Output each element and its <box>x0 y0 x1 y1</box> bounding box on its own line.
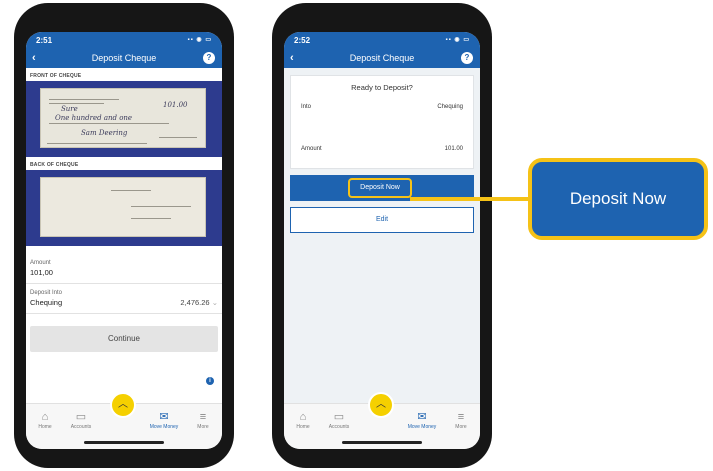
deposit-now-callout: Deposit Now <box>528 158 708 240</box>
nav-more-label: More <box>455 424 467 430</box>
page-title: Deposit Cheque <box>349 53 415 63</box>
nav-home[interactable]: ⌂ Home <box>286 411 320 431</box>
amount-label: Amount <box>30 260 51 266</box>
home-indicator <box>84 441 164 444</box>
move-money-icon: ✉ <box>417 411 427 423</box>
nav-move-money[interactable]: ✉ Move Money <box>144 411 184 431</box>
deposit-into-label: Deposit Into <box>30 290 63 296</box>
amount-label: Amount <box>301 146 322 152</box>
help-icon[interactable]: ? <box>203 52 215 64</box>
menu-icon: ≡ <box>199 411 207 423</box>
ready-to-deposit-heading: Ready to Deposit? <box>351 83 413 92</box>
bottom-nav: ⌂ Home ▭ Accounts ︿ ✉ Move Money ≡ More <box>26 392 222 449</box>
accounts-icon: ▭ <box>75 411 87 423</box>
page-title: Deposit Cheque <box>91 53 157 63</box>
phone-frame-right: 2:52 ▪▪ ◉ ▭ ‹ Deposit Cheque ? Ready to … <box>272 3 492 468</box>
home-icon: ⌂ <box>41 411 49 423</box>
nav-more-label: More <box>197 424 209 430</box>
edit-button[interactable]: Edit <box>290 207 474 233</box>
nav-more[interactable]: ≡ More <box>444 411 478 431</box>
balance-value: 2,476.26 <box>180 298 210 307</box>
status-bar: 2:52 ▪▪ ◉ ▭ <box>284 32 480 48</box>
chevron-up-icon[interactable]: ︿ <box>368 392 394 418</box>
amount-value: 101,00 <box>30 268 53 277</box>
chevron-up-icon[interactable]: ︿ <box>110 392 136 418</box>
status-icons: ▪▪ ◉ ▭ <box>445 37 470 43</box>
cheque-front: Sure One hundred and one Sam Deering 101… <box>40 88 206 148</box>
amount-row: Amount 101.00 <box>301 146 463 152</box>
phone-screen-right: 2:52 ▪▪ ◉ ▭ ‹ Deposit Cheque ? Ready to … <box>284 32 480 449</box>
back-of-cheque-label: BACK OF CHEQUE <box>30 162 79 168</box>
into-row: Into Chequing <box>301 104 463 110</box>
nav-move-money[interactable]: ✉ Move Money <box>402 411 442 431</box>
help-icon[interactable]: ? <box>461 52 473 64</box>
nav-move-money-label: Move Money <box>149 424 179 430</box>
deposit-now-label: Deposit Now <box>348 178 412 198</box>
deposit-summary-card: Ready to Deposit? Into Chequing Amount 1… <box>290 75 474 169</box>
phone-frame-left: 2:51 ▪▪ ◉ ▭ ‹ Deposit Cheque ? FRONT OF … <box>14 3 234 468</box>
nav-accounts[interactable]: ▭ Accounts <box>322 411 356 431</box>
nav-accounts-label: Accounts <box>328 424 350 430</box>
amount-field[interactable]: Amount 101,00 <box>26 254 222 284</box>
into-label: Into <box>301 104 312 110</box>
status-bar: 2:51 ▪▪ ◉ ▭ <box>26 32 222 48</box>
chevron-down-icon: ⌄ <box>211 298 218 307</box>
continue-button[interactable]: Continue <box>30 326 218 352</box>
app-header: ‹ Deposit Cheque ? <box>26 48 222 68</box>
nav-home-label: Home <box>296 424 310 430</box>
back-cheque-image[interactable] <box>26 170 222 246</box>
deposit-into-field[interactable]: Deposit Into Chequing 2,476.26 ⌄ <box>26 284 222 314</box>
nav-more[interactable]: ≡ More <box>186 411 220 431</box>
nav-home[interactable]: ⌂ Home <box>28 411 62 431</box>
front-cheque-image[interactable]: Sure One hundred and one Sam Deering 101… <box>26 81 222 157</box>
home-icon: ⌂ <box>299 411 307 423</box>
amount-value: 101.00 <box>444 146 463 152</box>
phone-screen-left: 2:51 ▪▪ ◉ ▭ ‹ Deposit Cheque ? FRONT OF … <box>26 32 222 449</box>
home-indicator <box>342 441 422 444</box>
callout-connector <box>410 197 530 201</box>
move-money-icon: ✉ <box>159 411 169 423</box>
deposit-into-value: Chequing <box>30 298 63 307</box>
status-time: 2:51 <box>36 36 53 45</box>
app-header: ‹ Deposit Cheque ? <box>284 48 480 68</box>
status-time: 2:52 <box>294 36 311 45</box>
front-of-cheque-label: FRONT OF CHEQUE <box>30 73 82 79</box>
nav-accounts[interactable]: ▭ Accounts <box>64 411 98 431</box>
bottom-nav: ⌂ Home ▭ Accounts ︿ ✉ Move Money ≡ More <box>284 392 480 449</box>
nav-accounts-label: Accounts <box>70 424 92 430</box>
account-balance: 2,476.26 ⌄ <box>180 298 218 307</box>
nav-home-label: Home <box>38 424 52 430</box>
back-icon[interactable]: ‹ <box>290 48 294 68</box>
cheque-back <box>40 177 206 237</box>
nav-move-money-label: Move Money <box>407 424 437 430</box>
menu-icon: ≡ <box>457 411 465 423</box>
back-icon[interactable]: ‹ <box>32 48 36 68</box>
accounts-icon: ▭ <box>333 411 345 423</box>
info-icon[interactable]: i <box>206 377 214 385</box>
into-value: Chequing <box>437 104 463 110</box>
status-icons: ▪▪ ◉ ▭ <box>187 37 212 43</box>
